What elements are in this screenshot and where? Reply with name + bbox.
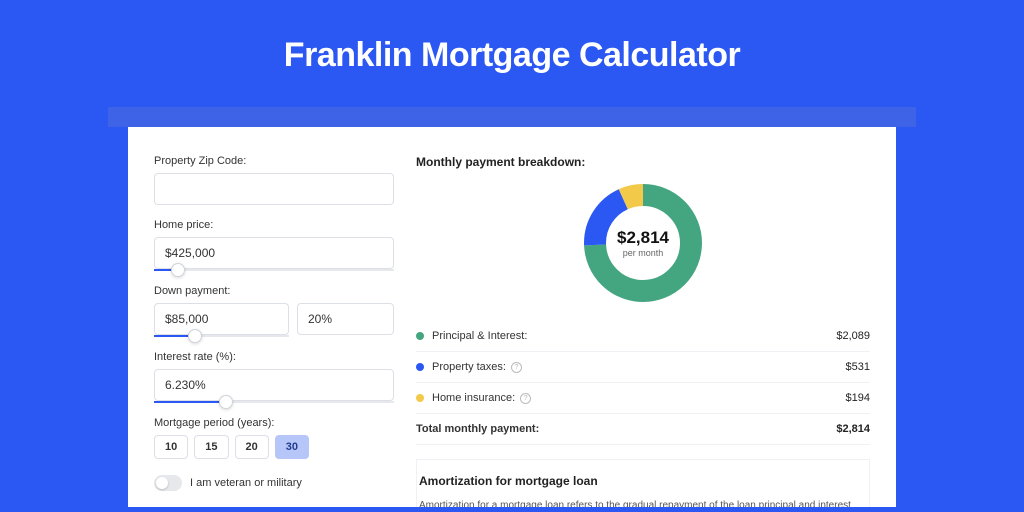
home-price-field: Home price: [154,219,394,271]
veteran-row: I am veteran or military [154,475,394,491]
total-label: Total monthly payment: [416,423,539,435]
amortization-text: Amortization for a mortgage loan refers … [419,498,867,507]
period-field: Mortgage period (years): 10 15 20 30 [154,417,394,459]
slider-thumb[interactable] [219,395,233,409]
down-payment-label: Down payment: [154,285,394,297]
legend-row-property-taxes: Property taxes: ? $531 [416,352,870,383]
slider-thumb[interactable] [171,263,185,277]
zip-input[interactable] [154,173,394,205]
legend-dot-icon [416,394,424,402]
legend-value: $531 [846,361,870,373]
breakdown-heading: Monthly payment breakdown: [416,155,870,169]
down-payment-amount-input[interactable] [154,303,289,335]
down-payment-slider[interactable] [154,335,289,337]
amortization-section: Amortization for mortgage loan Amortizat… [416,459,870,507]
period-option-30[interactable]: 30 [275,435,309,459]
zip-field: Property Zip Code: [154,155,394,205]
donut-total: $2,814 [617,228,669,248]
donut-sublabel: per month [623,248,664,258]
legend-row-principal-interest: Principal & Interest: $2,089 [416,321,870,352]
legend-row-total: Total monthly payment: $2,814 [416,414,870,445]
home-price-input[interactable] [154,237,394,269]
slider-thumb[interactable] [188,329,202,343]
period-option-10[interactable]: 10 [154,435,188,459]
period-option-20[interactable]: 20 [235,435,269,459]
donut-chart: $2,814 per month [583,183,703,303]
form-column: Property Zip Code: Home price: Down paym… [154,155,394,507]
period-label: Mortgage period (years): [154,417,394,429]
interest-rate-label: Interest rate (%): [154,351,394,363]
help-icon[interactable]: ? [511,362,522,373]
total-value: $2,814 [836,423,870,435]
veteran-label: I am veteran or military [190,477,302,489]
legend-row-home-insurance: Home insurance: ? $194 [416,383,870,414]
interest-rate-slider[interactable] [154,401,394,403]
breakdown-column: Monthly payment breakdown: $2,814 per mo… [416,155,870,507]
home-price-label: Home price: [154,219,394,231]
calculator-panel: Property Zip Code: Home price: Down paym… [128,127,896,507]
panel-shadow [108,107,916,127]
down-payment-field: Down payment: [154,285,394,337]
donut-wrap: $2,814 per month [416,183,870,303]
toggle-knob [156,477,168,489]
page-title: Franklin Mortgage Calculator [0,0,1024,107]
down-payment-pct-input[interactable] [297,303,394,335]
legend-dot-icon [416,332,424,340]
legend-label: Property taxes: [432,361,506,373]
home-price-slider[interactable] [154,269,394,271]
zip-label: Property Zip Code: [154,155,394,167]
interest-rate-field: Interest rate (%): [154,351,394,403]
legend-label: Home insurance: [432,392,515,404]
legend-value: $2,089 [836,330,870,342]
period-option-15[interactable]: 15 [194,435,228,459]
veteran-toggle[interactable] [154,475,182,491]
help-icon[interactable]: ? [520,393,531,404]
amortization-title: Amortization for mortgage loan [419,474,867,488]
legend-label: Principal & Interest: [432,330,527,342]
period-options: 10 15 20 30 [154,435,394,459]
legend-value: $194 [846,392,870,404]
legend-dot-icon [416,363,424,371]
interest-rate-input[interactable] [154,369,394,401]
